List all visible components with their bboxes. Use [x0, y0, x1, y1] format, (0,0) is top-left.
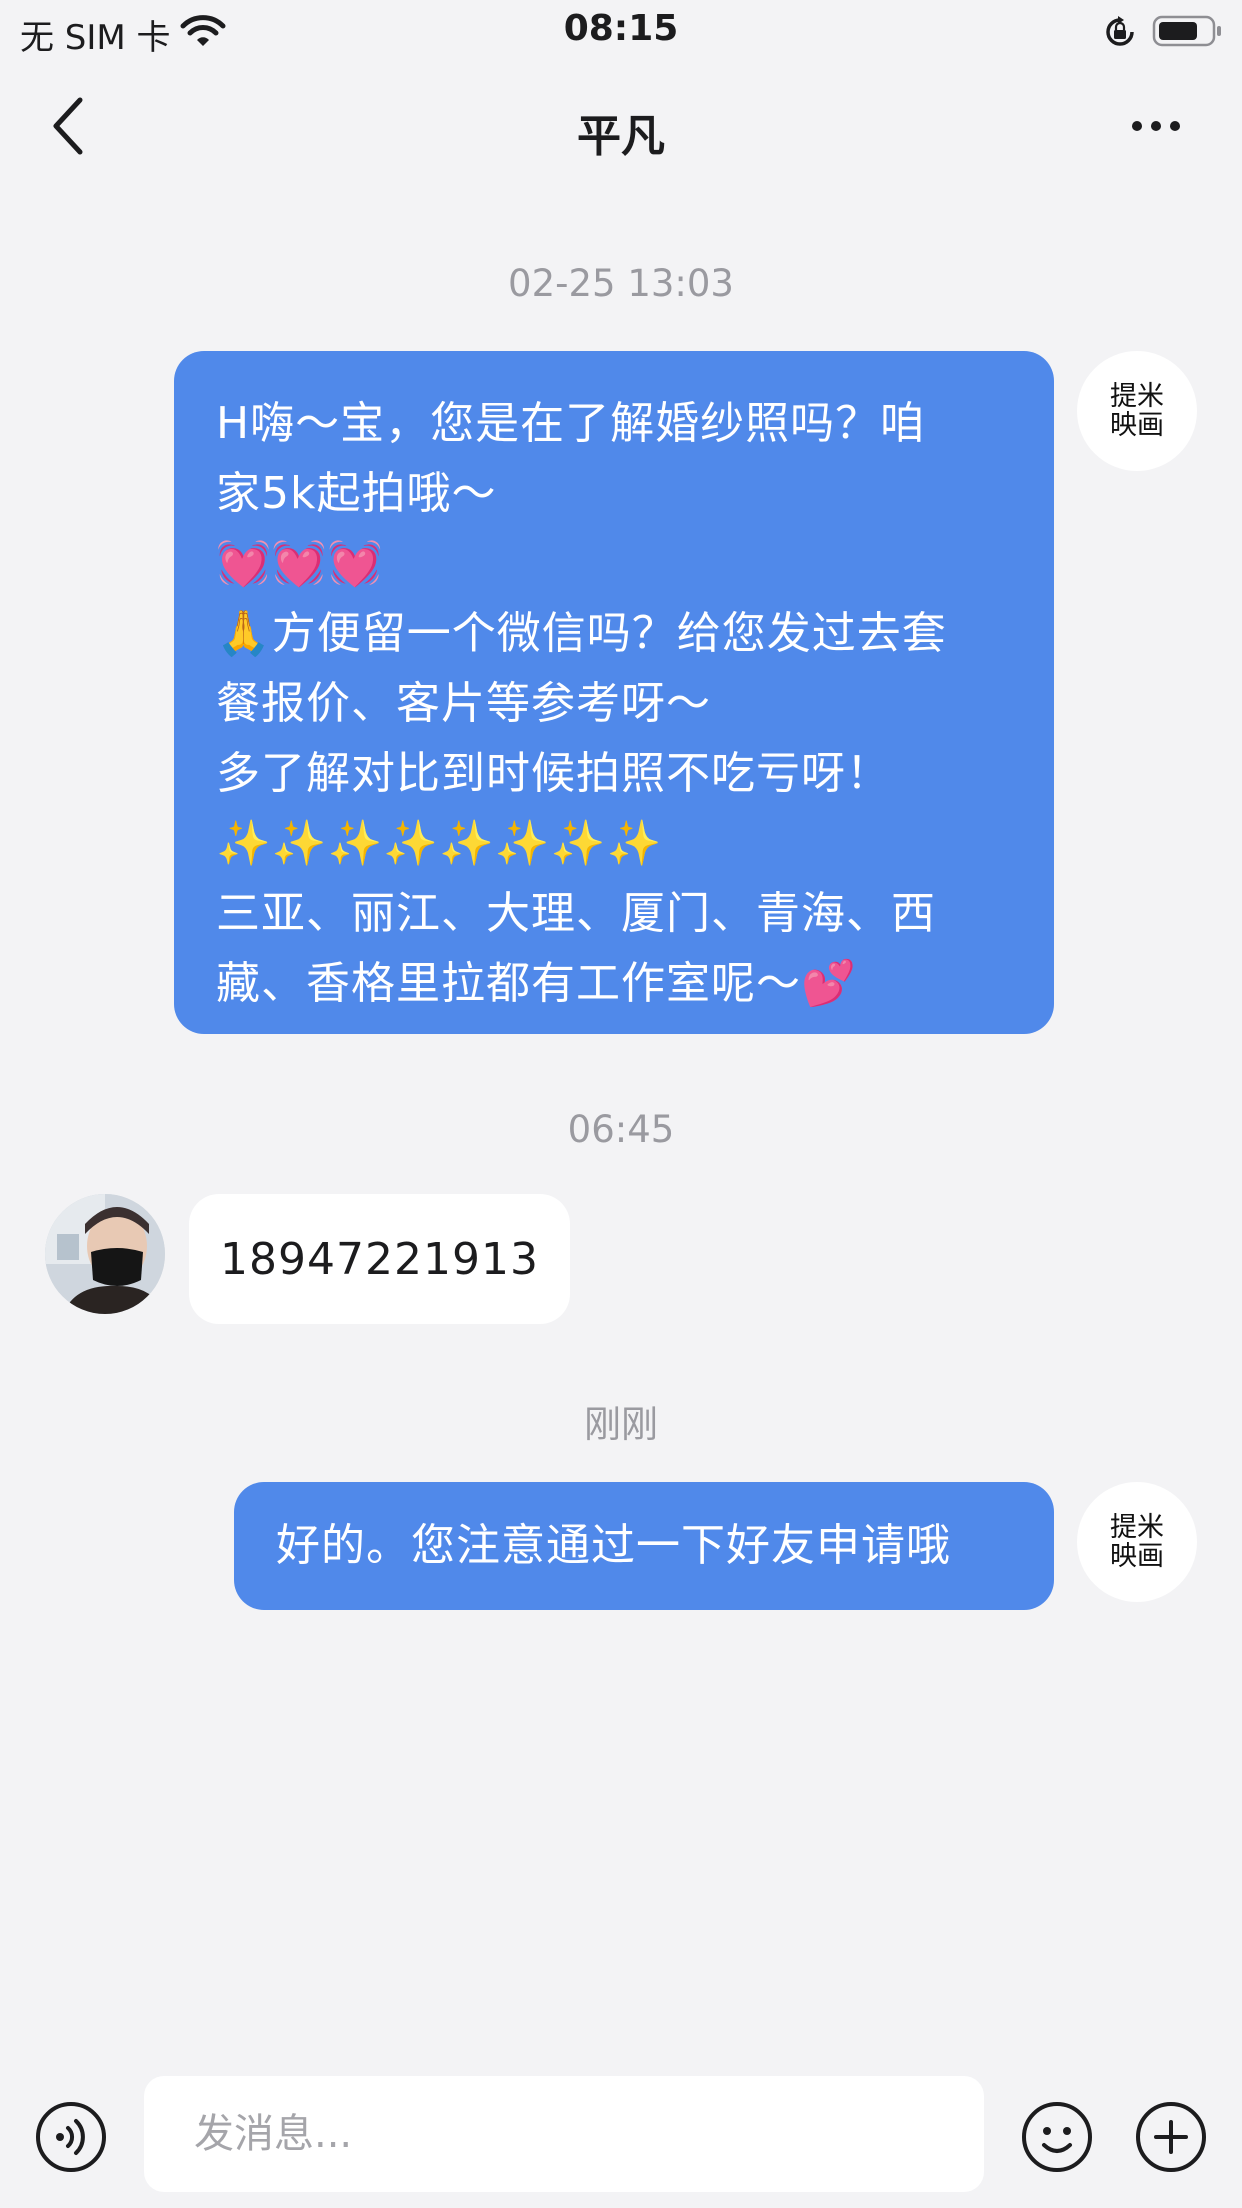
avatar[interactable]: 提米 映画 — [1077, 351, 1197, 471]
status-bar: 无 SIM 卡 08:15 — [0, 0, 1242, 62]
more-button[interactable] — [1126, 102, 1186, 150]
message-text: 好的。您注意通过一下好友申请哦 — [276, 1520, 951, 1571]
more-actions-button[interactable] — [1134, 2100, 1208, 2174]
brand-logo-text: 提米 — [1110, 381, 1164, 412]
plus-icon — [1136, 2102, 1206, 2172]
incoming-message-bubble[interactable]: 18947221913 — [189, 1194, 570, 1324]
nav-bar: 平凡 — [0, 62, 1242, 192]
message-line: 💓💓💓 — [216, 538, 384, 589]
timestamp: 02-25 13:03 — [508, 262, 734, 305]
message-text: 18947221913 — [220, 1233, 539, 1285]
emoji-icon — [1022, 2102, 1092, 2172]
input-bar — [0, 2060, 1242, 2208]
timestamp: 06:45 — [567, 1108, 675, 1151]
message-line: 🙏方便留一个微信吗？给您发过去套 — [216, 608, 947, 659]
voice-button[interactable] — [34, 2100, 108, 2174]
emoji-button[interactable] — [1020, 2100, 1094, 2174]
clock: 08:15 — [563, 8, 679, 49]
message-line: 三亚、丽江、大理、厦门、青海、西 — [216, 888, 936, 939]
more-icon — [1132, 121, 1180, 131]
chat-screen: 无 SIM 卡 08:15 平凡 02-25 13:03 H嗨～宝，您是在了解婚… — [0, 0, 1242, 2208]
user-photo — [45, 1194, 165, 1314]
voice-icon — [36, 2102, 106, 2172]
rotation-lock-icon — [1102, 14, 1138, 54]
battery-icon — [1152, 14, 1224, 52]
timestamp: 刚刚 — [584, 1403, 658, 1446]
brand-logo-text: 映画 — [1110, 410, 1164, 441]
chat-title: 平凡 — [577, 111, 665, 162]
message-line: 餐报价、客片等参考呀～ — [216, 678, 711, 729]
outgoing-message-bubble[interactable]: H嗨～宝，您是在了解婚纱照吗？咱 家5k起拍哦～ 💓💓💓 🙏方便留一个微信吗？给… — [174, 351, 1054, 1034]
message-line: ✨✨✨✨✨✨✨✨ — [216, 818, 663, 869]
brand-logo-text: 映画 — [1110, 1541, 1164, 1572]
message-line: 藏、香格里拉都有工作室呢～💕 — [216, 958, 857, 1009]
message-input[interactable] — [144, 2076, 984, 2192]
avatar[interactable]: 提米 映画 — [1077, 1482, 1197, 1602]
message-line: 家5k起拍哦～ — [216, 468, 497, 519]
avatar[interactable] — [45, 1194, 165, 1314]
outgoing-message-bubble[interactable]: 好的。您注意通过一下好友申请哦 — [234, 1482, 1054, 1610]
brand-logo-text: 提米 — [1110, 1512, 1164, 1543]
message-line: 多了解对比到时候拍照不吃亏呀！ — [216, 748, 891, 799]
message-line: H嗨～宝，您是在了解婚纱照吗？咱 — [216, 398, 926, 449]
